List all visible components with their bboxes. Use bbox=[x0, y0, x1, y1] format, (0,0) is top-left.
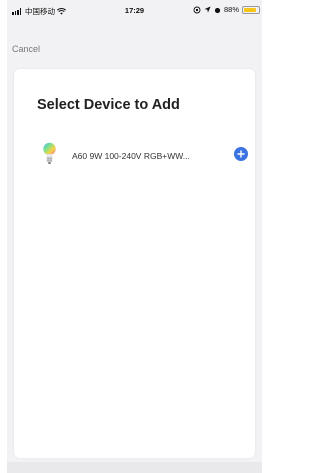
device-name: A60 9W 100-240V RGB+WW... bbox=[72, 151, 190, 161]
left-edge bbox=[0, 0, 7, 473]
device-row[interactable]: A60 9W 100-240V RGB+WW... bbox=[32, 139, 248, 179]
screen: 中国移动 17:29 88% Cancel Select Device to A… bbox=[7, 0, 262, 473]
card-title: Select Device to Add bbox=[37, 97, 180, 113]
orientation-lock-icon bbox=[193, 6, 201, 13]
device-card: Select Device to Add A60 9W 100-240V RGB… bbox=[14, 69, 255, 458]
battery-percent: 88% bbox=[223, 5, 239, 14]
location-icon bbox=[204, 6, 211, 13]
plus-icon bbox=[237, 150, 245, 158]
add-device-button[interactable] bbox=[234, 147, 248, 161]
bottom-area bbox=[7, 462, 262, 473]
battery-icon bbox=[242, 5, 260, 14]
battery-fill bbox=[244, 7, 257, 12]
status-bar: 中国移动 17:29 88% bbox=[7, 0, 262, 20]
status-bar-right: 88% bbox=[193, 5, 260, 14]
rgb-bulb-icon bbox=[43, 142, 56, 164]
cancel-button[interactable]: Cancel bbox=[12, 44, 40, 54]
alarm-icon bbox=[214, 7, 221, 13]
